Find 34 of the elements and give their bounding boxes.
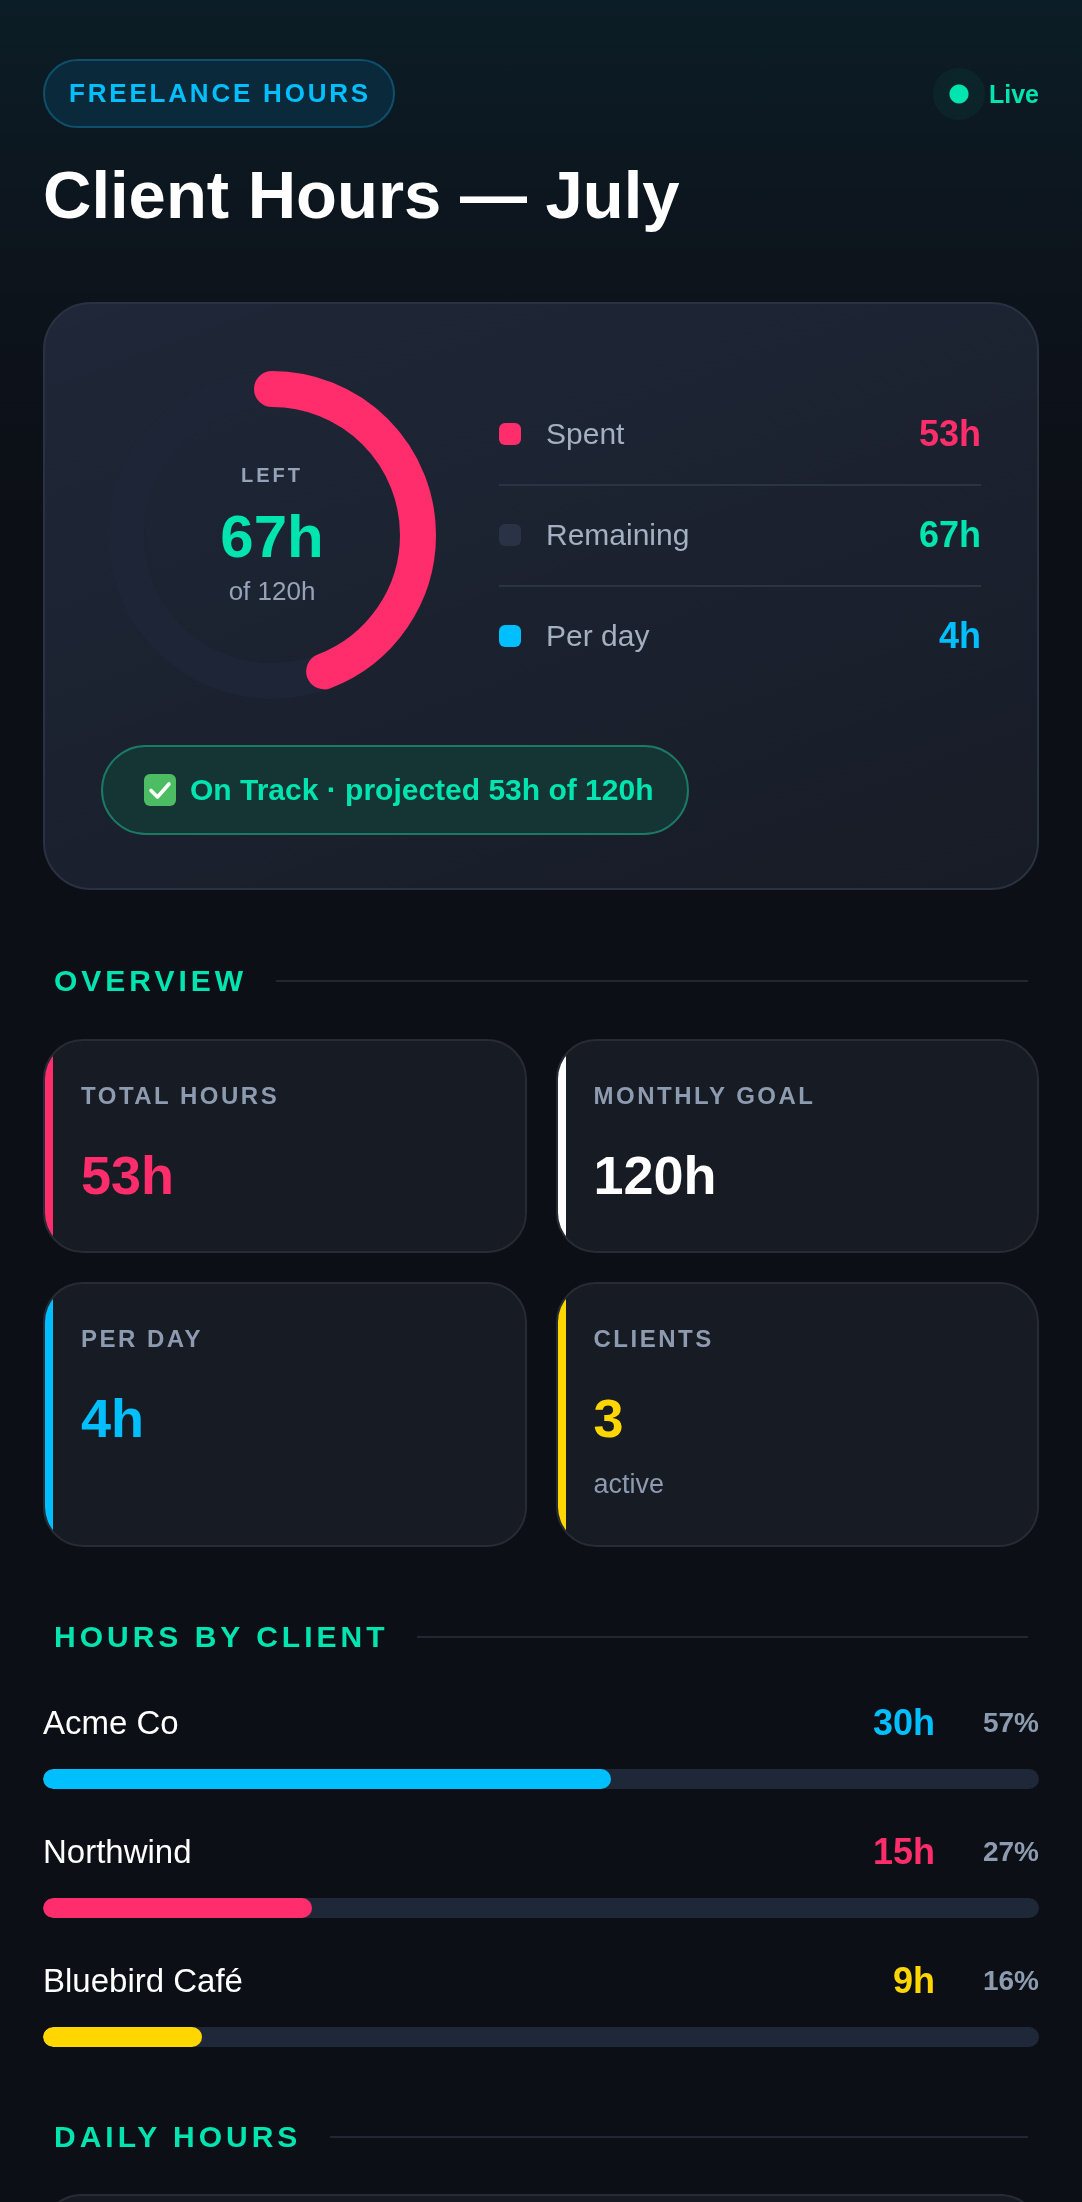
ring-caption: LEFT xyxy=(241,463,303,487)
ring-value: 67h xyxy=(220,505,324,569)
stat-value: 3 xyxy=(593,1388,624,1448)
stat-value: 120h xyxy=(593,1145,717,1205)
client-hours: 15h xyxy=(872,1832,935,1872)
client-name: Bluebird Café xyxy=(43,1963,243,1999)
client-share: 57% xyxy=(982,1707,1039,1739)
section-tag: FREELANCE HOURS xyxy=(43,59,395,128)
legend-value: 53h xyxy=(918,414,981,454)
stat-label: TOTAL HOURS xyxy=(81,1083,280,1109)
client-share: 27% xyxy=(982,1836,1039,1868)
stat-value: 53h xyxy=(81,1145,175,1205)
legend-label: Spent xyxy=(546,416,625,452)
stat-value: 4h xyxy=(81,1388,145,1448)
check-icon xyxy=(144,774,176,806)
client-hours: 30h xyxy=(872,1703,935,1743)
client-hours: 9h xyxy=(892,1961,935,2001)
ring-total: of 120h xyxy=(228,575,316,607)
stat-label: PER DAY xyxy=(81,1326,203,1352)
client-name: Northwind xyxy=(43,1834,192,1870)
status-text: On Track · projected 53h of 120h xyxy=(190,772,654,808)
section-heading: OVERVIEW xyxy=(54,966,248,996)
legend-value: 4h xyxy=(939,616,981,656)
status-label: Live xyxy=(988,78,1039,109)
stat-label: MONTHLY GOAL xyxy=(593,1083,816,1109)
section-heading: DAILY HOURS xyxy=(54,2122,302,2152)
client-share: 16% xyxy=(982,1965,1039,1997)
section-heading: HOURS BY CLIENT xyxy=(54,1622,389,1652)
legend-value: 67h xyxy=(918,515,981,555)
legend-label: Per day xyxy=(546,618,650,654)
stat-label: CLIENTS xyxy=(593,1326,714,1352)
client-name: Acme Co xyxy=(43,1705,179,1741)
stat-note: active xyxy=(593,1469,665,1499)
legend-label: Remaining xyxy=(546,517,690,553)
